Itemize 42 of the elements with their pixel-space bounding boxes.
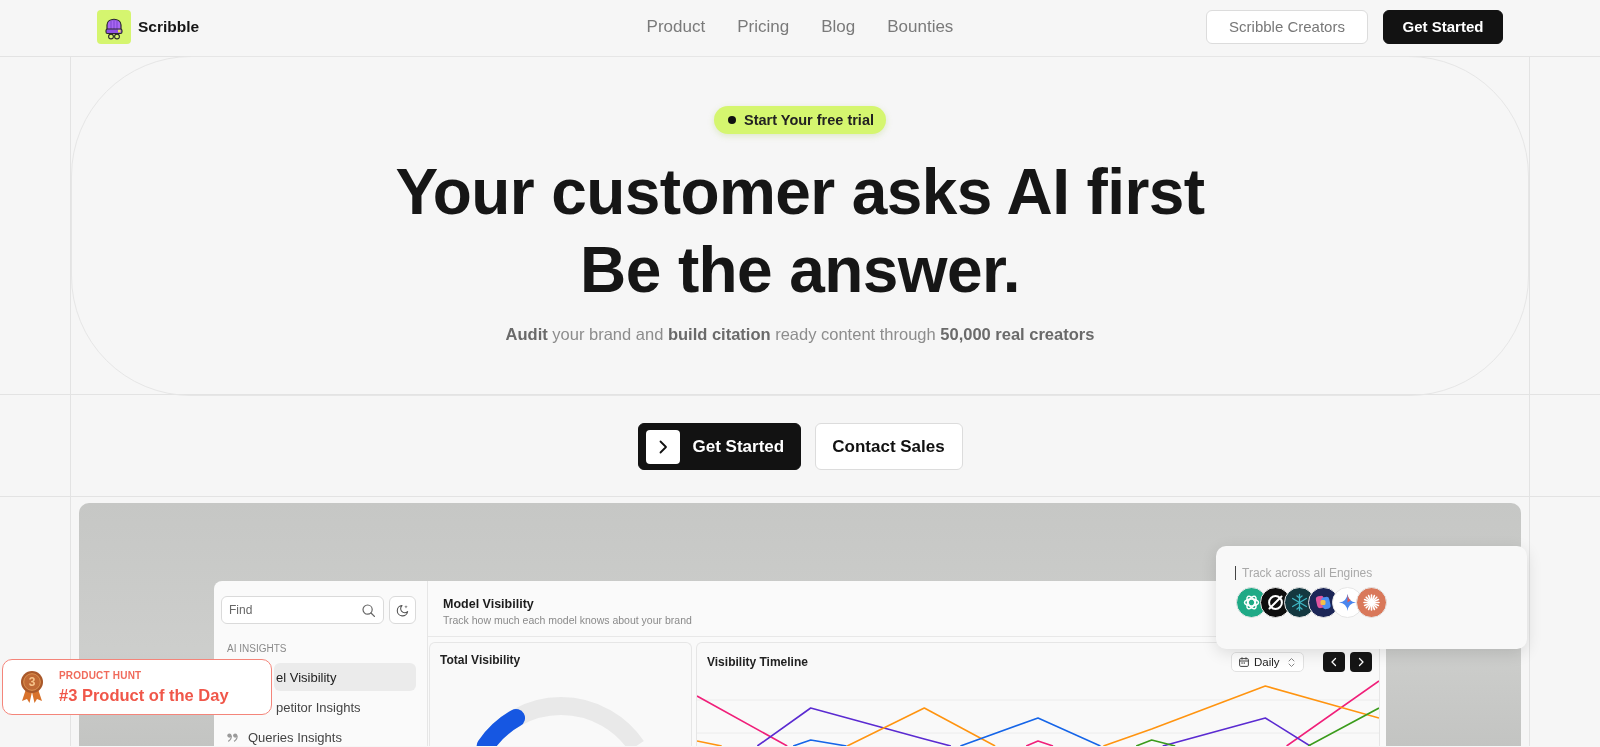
medal-icon — [20, 670, 44, 704]
nav-button[interactable]: Get Started — [1383, 9, 1503, 44]
next-button[interactable] — [1350, 652, 1372, 672]
nav-link[interactable]: Blog — [821, 16, 856, 37]
nav-link[interactable]: Pricing — [737, 16, 790, 37]
sidebar-item[interactable]: Queries Insights — [221, 723, 416, 746]
nav-link[interactable]: Bounties — [887, 16, 954, 37]
theme-button[interactable] — [389, 596, 416, 624]
badge-eyebrow: PRODUCT HUNT — [59, 669, 143, 682]
page-title: Model Visibility — [443, 596, 534, 612]
period-select[interactable]: Daily — [1231, 652, 1304, 672]
dot-icon — [728, 116, 736, 124]
starburst-icon — [1356, 587, 1387, 618]
cta-button[interactable]: Get Started — [637, 423, 801, 470]
chevron-updown-icon — [1288, 656, 1295, 668]
card-title: Total Visibility — [440, 653, 521, 668]
brand-name: Scribble — [138, 17, 200, 36]
chevron-right-icon — [1357, 657, 1365, 667]
medal-number: 3 — [27, 674, 37, 690]
calendar-icon — [1239, 657, 1249, 667]
nav-button[interactable]: Scribble Creators — [1206, 9, 1368, 44]
card-title: Visibility Timeline — [707, 654, 808, 670]
beanie-logo-icon[interactable] — [97, 9, 131, 44]
hero-subtitle: Audit your brand and build citation ready content through 50,000 real creators — [505, 324, 1095, 345]
section-label: AI INSIGHTS — [226, 642, 288, 656]
previous-button[interactable] — [1323, 652, 1345, 672]
sidebar-item[interactable]: el Visibility — [274, 663, 416, 691]
nav-link[interactable]: Product — [646, 16, 706, 37]
headline: Be the answer. — [580, 233, 1020, 308]
free-trial-pill[interactable]: Start Your free trial — [714, 106, 886, 134]
badge-title: #3 Product of the Day — [59, 684, 229, 705]
cta-button[interactable]: Contact Sales — [814, 423, 963, 470]
quote-icon — [227, 732, 238, 742]
engine-search-field[interactable]: Track across all Engines — [1235, 566, 1435, 580]
donut-slice — [476, 709, 525, 746]
headline: Your customer asks AI first — [395, 155, 1205, 230]
search-field[interactable]: Find — [221, 596, 384, 624]
page-subtitle: Track how much each model knows about your brand — [443, 614, 692, 627]
sidebar-item[interactable]: petitor Insights — [274, 693, 416, 721]
moon-icon — [396, 603, 409, 617]
chevron-right-icon — [645, 429, 680, 464]
chevron-left-icon — [1330, 657, 1338, 667]
